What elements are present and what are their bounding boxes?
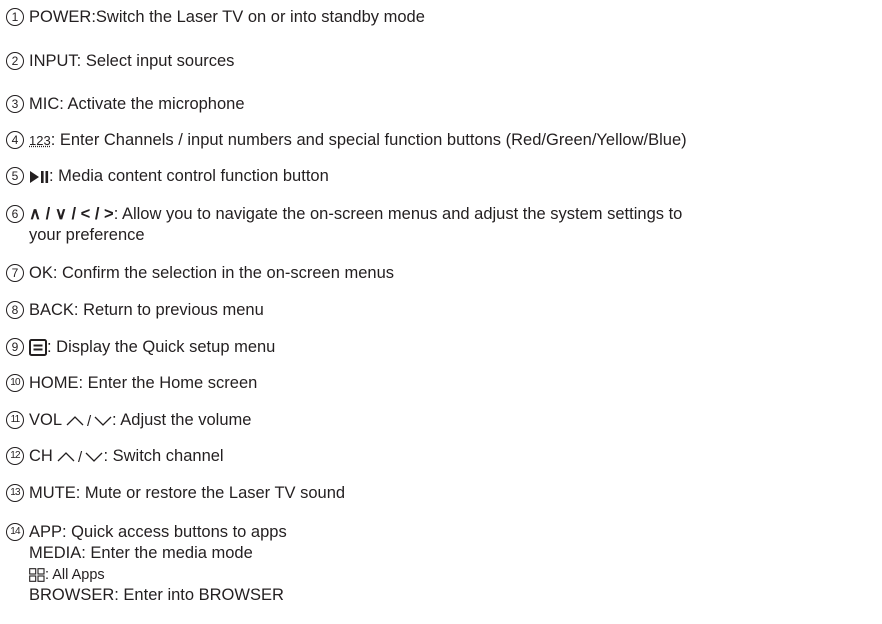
navigation-arrows-icon: ∧ / ∨ / < / > [29,205,114,223]
list-item: 9 : Display the Quick setup menu [6,337,275,358]
item-text: BACK: Return to previous menu [29,301,264,319]
list-item: 11 VOL / : Adjust the volume [6,410,251,431]
item-text: MIC: Activate the microphone [29,95,245,113]
up-down-chevron-icon: / [57,450,103,464]
svg-text:/: / [78,450,83,464]
sub-item: MEDIA: Enter the media mode [29,544,253,562]
item-number: 11 [6,411,24,429]
list-item: 6 ∧ / ∨ / < / >: Allow you to navigate t… [6,204,866,246]
list-item: 5 : Media content control function butto… [6,166,329,187]
all-apps-grid-icon [29,567,45,582]
item-number: 6 [6,205,24,223]
item-text: : All Apps [45,567,105,583]
item-text: : Display the Quick setup menu [47,338,276,356]
item-text: : Adjust the volume [112,411,252,429]
list-item: 4 123: Enter Channels / input numbers an… [6,130,687,151]
item-number: 13 [6,484,24,502]
item-number: 8 [6,301,24,319]
item-number: 3 [6,95,24,113]
item-text: MUTE: Mute or restore the Laser TV sound [29,484,346,502]
list-item: 1 POWER:Switch the Laser TV on or into s… [6,7,425,28]
item-number: 9 [6,338,24,356]
sub-item: : All Apps [29,564,105,586]
svg-text:/: / [87,414,92,428]
number-keys-icon: 123 [29,133,51,148]
item-prefix: VOL [29,411,62,429]
menu-box-icon [29,339,47,357]
list-item: 10 HOME: Enter the Home screen [6,373,257,394]
item-text: INPUT: Select input sources [29,52,235,70]
item-text: : Media content control function button [49,167,329,185]
item-number: 2 [6,52,24,70]
item-prefix: CH [29,447,53,465]
item-text-continued: your preference [29,226,145,244]
item-text: APP: Quick access buttons to apps [29,523,287,541]
item-number: 14 [6,523,24,541]
item-text: : Switch channel [103,447,224,465]
list-item: 2 INPUT: Select input sources [6,51,234,72]
list-item: 13 MUTE: Mute or restore the Laser TV so… [6,483,345,504]
play-pause-icon [29,169,49,185]
item-text: : Allow you to navigate the on-screen me… [113,205,683,223]
item-number: 10 [6,374,24,392]
item-text: : Enter Channels / input numbers and spe… [50,131,687,149]
list-item: 7 OK: Confirm the selection in the on-sc… [6,263,394,284]
item-text: HOME: Enter the Home screen [29,374,258,392]
list-item: 12 CH / : Switch channel [6,446,224,467]
item-number: 1 [6,8,24,26]
item-text: POWER:Switch the Laser TV on or into sta… [29,8,425,26]
list-item: 8 BACK: Return to previous menu [6,300,264,321]
item-number: 12 [6,447,24,465]
list-item: 14 APP: Quick access buttons to apps [6,522,287,543]
up-down-chevron-icon: / [66,414,112,428]
sub-item: BROWSER: Enter into BROWSER [29,586,284,604]
list-item: 3 MIC: Activate the microphone [6,94,245,115]
item-text: OK: Confirm the selection in the on-scre… [29,264,395,282]
item-number: 4 [6,131,24,149]
item-number: 7 [6,264,24,282]
item-number: 5 [6,167,24,185]
